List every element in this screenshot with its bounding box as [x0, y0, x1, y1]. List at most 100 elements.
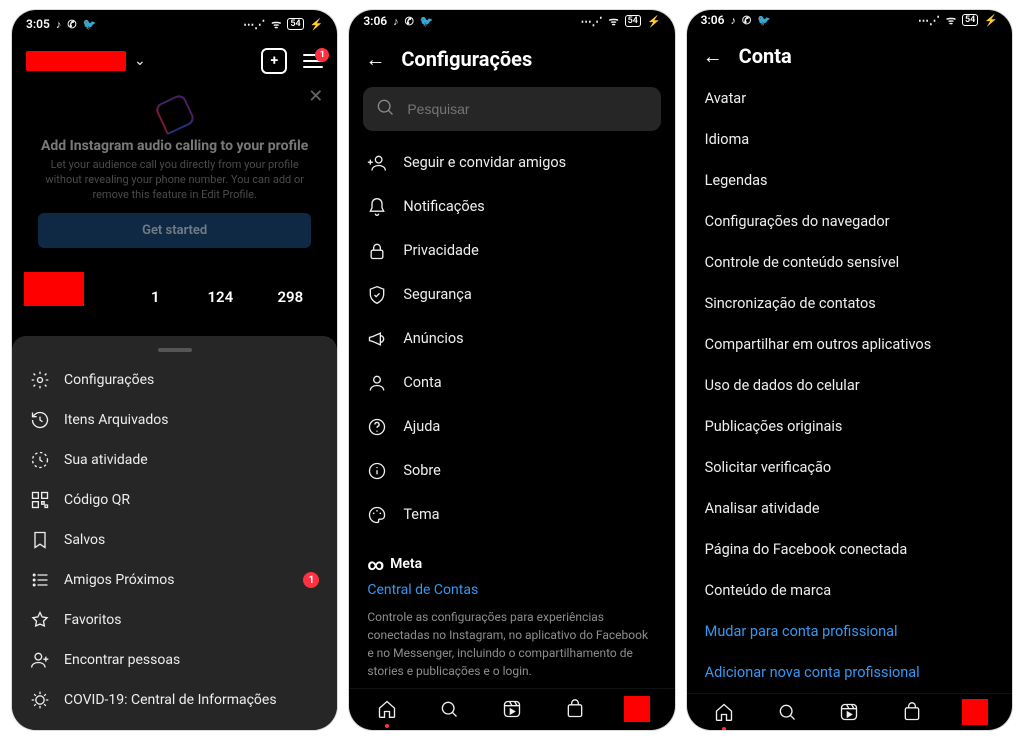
search-icon [375, 97, 395, 121]
help-icon [367, 417, 387, 437]
phone-profile-menu: 3:05 ♪ ✆ 🐦 ⋯⋰ ᯤ 54 ⚡ ⌄ + 1 ✕ Add Instagr… [12, 10, 337, 730]
search-box[interactable] [363, 87, 660, 131]
settings-item-about[interactable]: Sobre [349, 449, 674, 493]
acct-item-language[interactable]: Idioma [687, 119, 1012, 160]
sheet-item-covid[interactable]: COVID-19: Central de Informações [12, 680, 337, 720]
covid-icon [30, 690, 50, 710]
signal-dots-icon: ⋯⋰ [918, 14, 940, 27]
nav-search[interactable] [774, 699, 800, 725]
stat-followers[interactable]: 124 [185, 288, 255, 306]
settings-label: Notificações [403, 198, 484, 215]
bell-icon [367, 197, 387, 217]
battery-indicator: 54 [287, 18, 303, 30]
status-bar: 3:05 ♪ ✆ 🐦 ⋯⋰ ᯤ 54 ⚡ [12, 10, 337, 38]
status-left-icons: ♪ [56, 18, 62, 31]
username-dropdown[interactable]: ⌄ [26, 51, 146, 71]
bottom-nav [349, 688, 674, 730]
sheet-item-activity[interactable]: Sua atividade [12, 440, 337, 480]
acct-item-data-usage[interactable]: Uso de dados do celular [687, 365, 1012, 406]
sheet-item-settings[interactable]: Configurações [12, 360, 337, 400]
profile-stats: 1 124 298 [12, 272, 337, 310]
acct-item-branded-content[interactable]: Conteúdo de marca [687, 570, 1012, 611]
settings-item-security[interactable]: Segurança [349, 273, 674, 317]
create-button[interactable]: + [261, 48, 287, 74]
settings-item-notifications[interactable]: Notificações [349, 185, 674, 229]
settings-item-follow-invite[interactable]: Seguir e convidar amigos [349, 141, 674, 185]
nav-profile-redacted[interactable] [962, 699, 988, 725]
qr-icon [30, 490, 50, 510]
nav-reels[interactable] [836, 699, 862, 725]
sheet-label: Favoritos [64, 612, 121, 628]
nav-reels[interactable] [499, 696, 525, 722]
acct-item-browser[interactable]: Configurações do navegador [687, 201, 1012, 242]
sheet-label: Encontrar pessoas [64, 652, 180, 668]
acct-item-facebook-page[interactable]: Página do Facebook conectada [687, 529, 1012, 570]
acct-link-switch-pro[interactable]: Mudar para conta profissional [687, 611, 1012, 652]
phone-settings: 3:06 ♪ ✆ 🐦 ⋯⋰ ᯤ 54 ⚡ ← Configurações Seg… [349, 10, 674, 730]
acct-item-review-activity[interactable]: Analisar atividade [687, 488, 1012, 529]
sheet-item-favorites[interactable]: Favoritos [12, 600, 337, 640]
settings-item-privacy[interactable]: Privacidade [349, 229, 674, 273]
menu-button[interactable]: 1 [303, 54, 323, 68]
search-input[interactable] [405, 100, 648, 118]
acct-item-captions[interactable]: Legendas [687, 160, 1012, 201]
settings-label: Conta [403, 374, 441, 391]
sheet-item-archive[interactable]: Itens Arquivados [12, 400, 337, 440]
settings-label: Sobre [403, 462, 441, 479]
sheet-item-saved[interactable]: Salvos [12, 520, 337, 560]
settings-item-help[interactable]: Ajuda [349, 405, 674, 449]
settings-item-ads[interactable]: Anúncios [349, 317, 674, 361]
sheet-grab-handle[interactable] [158, 348, 192, 352]
settings-label: Tema [403, 506, 439, 523]
sheet-label: Itens Arquivados [64, 412, 168, 428]
nav-profile-redacted[interactable] [624, 696, 650, 722]
sheet-item-close-friends[interactable]: Amigos Próximos 1 [12, 560, 337, 600]
page-title: Configurações [401, 47, 532, 71]
user-icon [367, 373, 387, 393]
sheet-label: Configurações [64, 372, 154, 388]
phone-status-icon: ✆ [405, 15, 414, 28]
acct-item-sensitive[interactable]: Controle de conteúdo sensível [687, 242, 1012, 283]
avatar-redacted [24, 272, 84, 306]
settings-item-theme[interactable]: Tema [349, 493, 674, 537]
acct-item-verification[interactable]: Solicitar verificação [687, 447, 1012, 488]
stat-posts[interactable]: 1 [125, 288, 185, 306]
page-title: Conta [739, 44, 792, 68]
sheet-item-discover[interactable]: Encontrar pessoas [12, 640, 337, 680]
bookmark-icon [30, 530, 50, 550]
meta-logo: ∞Meta [367, 555, 656, 574]
account-header: ← Conta [687, 30, 1012, 78]
lock-icon [367, 241, 387, 261]
nav-shop[interactable] [899, 699, 925, 725]
add-person-icon [30, 650, 50, 670]
settings-label: Privacidade [403, 242, 478, 259]
acct-link-add-pro[interactable]: Adicionar nova conta profissional [687, 652, 1012, 693]
acct-item-share-apps[interactable]: Compartilhar em outros aplicativos [687, 324, 1012, 365]
back-button[interactable]: ← [703, 46, 723, 66]
acct-item-contacts[interactable]: Sincronização de contatos [687, 283, 1012, 324]
settings-label: Ajuda [403, 418, 440, 435]
username-redacted [26, 51, 126, 71]
audio-calling-promo: ✕ Add Instagram audio calling to your pr… [22, 86, 327, 262]
nav-shop[interactable] [562, 696, 588, 722]
settings-item-account[interactable]: Conta [349, 361, 674, 405]
settings-label: Seguir e convidar amigos [403, 154, 566, 171]
stat-following[interactable]: 298 [255, 288, 325, 306]
nav-home[interactable] [374, 696, 400, 722]
close-icon[interactable]: ✕ [308, 86, 323, 107]
sheet-label: Salvos [64, 532, 105, 548]
acct-item-original-posts[interactable]: Publicações originais [687, 406, 1012, 447]
shield-icon [367, 285, 387, 305]
add-person-icon [367, 153, 387, 173]
wifi-icon: ᯤ [609, 14, 619, 29]
get-started-button[interactable]: Get started [38, 213, 311, 248]
nav-home[interactable] [711, 699, 737, 725]
back-button[interactable]: ← [365, 49, 385, 69]
charging-icon: ⚡ [647, 15, 661, 28]
accounts-center-link[interactable]: Central de Contas [367, 582, 656, 598]
nav-search[interactable] [436, 696, 462, 722]
sheet-item-qr[interactable]: Código QR [12, 480, 337, 520]
list-icon [30, 570, 50, 590]
acct-item-avatar[interactable]: Avatar [687, 78, 1012, 119]
history-icon [30, 410, 50, 430]
